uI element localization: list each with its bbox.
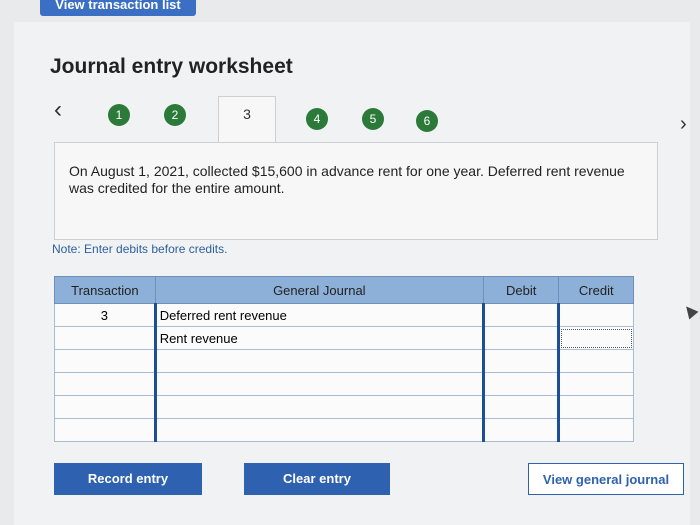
debit-field[interactable] bbox=[481, 372, 560, 396]
clear-entry-button[interactable]: Clear entry bbox=[244, 463, 390, 495]
table-row bbox=[54, 349, 634, 373]
debit-field[interactable] bbox=[481, 326, 560, 350]
debit-field[interactable] bbox=[481, 303, 560, 327]
question-text: On August 1, 2021, collected $15,600 in … bbox=[54, 142, 658, 240]
credit-field[interactable] bbox=[557, 326, 634, 350]
account-field[interactable] bbox=[153, 418, 484, 442]
credit-field[interactable] bbox=[557, 303, 634, 327]
credit-field[interactable] bbox=[557, 372, 634, 396]
transaction-cell bbox=[54, 326, 156, 350]
account-field[interactable] bbox=[153, 349, 484, 373]
page-title: Journal entry worksheet bbox=[50, 55, 293, 78]
debit-field[interactable] bbox=[481, 349, 560, 373]
table-row bbox=[54, 372, 634, 396]
account-field[interactable]: Deferred rent revenue bbox=[153, 303, 484, 327]
view-transaction-list-tab[interactable]: View transaction list bbox=[40, 0, 196, 16]
table-row: Rent revenue bbox=[54, 326, 634, 350]
step-2[interactable]: 2 bbox=[164, 104, 186, 126]
debit-field[interactable] bbox=[481, 418, 560, 442]
header-debit: Debit bbox=[482, 276, 560, 304]
transaction-cell: 3 bbox=[54, 303, 156, 327]
credit-field[interactable] bbox=[557, 418, 634, 442]
chevron-right-icon[interactable]: › bbox=[680, 113, 687, 136]
journal-table: Transaction General Journal Debit Credit… bbox=[54, 276, 634, 442]
step-5[interactable]: 5 bbox=[362, 108, 384, 130]
transaction-cell bbox=[54, 395, 156, 419]
step-3-active-tab[interactable]: 3 bbox=[218, 96, 276, 143]
account-field[interactable] bbox=[153, 395, 484, 419]
note-text: Note: Enter debits before credits. bbox=[52, 242, 228, 256]
table-row bbox=[54, 395, 634, 419]
debit-field[interactable] bbox=[481, 395, 560, 419]
view-general-journal-button[interactable]: View general journal bbox=[528, 463, 684, 495]
credit-field[interactable] bbox=[557, 349, 634, 373]
account-field[interactable] bbox=[153, 372, 484, 396]
transaction-cell bbox=[54, 349, 156, 373]
step-1[interactable]: 1 bbox=[108, 104, 130, 126]
header-credit: Credit bbox=[558, 276, 634, 304]
table-row bbox=[54, 418, 634, 442]
credit-field[interactable] bbox=[557, 395, 634, 419]
transaction-cell bbox=[54, 372, 156, 396]
chevron-left-icon[interactable]: ‹ bbox=[54, 96, 62, 124]
table-row: 3 Deferred rent revenue bbox=[54, 303, 634, 327]
transaction-cell bbox=[54, 418, 156, 442]
step-4[interactable]: 4 bbox=[306, 108, 328, 130]
header-general-journal: General Journal bbox=[154, 276, 484, 304]
account-field[interactable]: Rent revenue bbox=[153, 326, 484, 350]
step-6[interactable]: 6 bbox=[416, 110, 438, 132]
record-entry-button[interactable]: Record entry bbox=[54, 463, 202, 495]
header-transaction: Transaction bbox=[54, 276, 156, 304]
worksheet-card bbox=[14, 22, 690, 525]
